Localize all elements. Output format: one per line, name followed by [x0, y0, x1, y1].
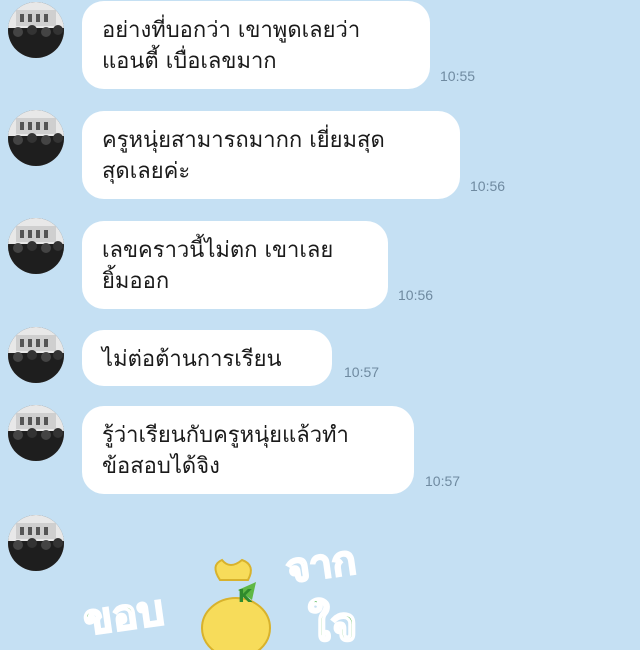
message-timestamp: 10:56	[398, 287, 434, 303]
message-timestamp: 10:56	[470, 178, 506, 194]
sender-avatar[interactable]	[8, 405, 64, 461]
message-text-line: ข้อสอบได้จิง	[102, 454, 220, 479]
thank-you-sticker: K ขอบ จาก ใจ	[79, 536, 360, 650]
avatar-photo-icon	[8, 110, 64, 166]
message-bubble[interactable]: ไม่ต่อต้านการเรียน	[82, 330, 332, 386]
sender-avatar[interactable]	[8, 2, 64, 58]
svg-text:K: K	[238, 586, 253, 607]
avatar-photo-icon	[8, 515, 64, 571]
sticker-text-right-bottom: ใจ	[308, 597, 357, 650]
avatar-photo-icon	[8, 218, 64, 274]
message-text-line: อย่างที่บอกว่า เขาพูดเลยว่า	[102, 18, 361, 43]
message-bubble[interactable]: รู้ว่าเรียนกับครูหนุ่ยแล้วทำ ข้อสอบได้จิ…	[82, 406, 414, 494]
message-timestamp: 10:57	[425, 473, 461, 489]
message-text-line: เลขคราวนี้ไม่ตก เขาเลย	[102, 238, 334, 263]
avatar-photo-icon	[8, 327, 64, 383]
sticker-text-left: ขอบ	[80, 585, 167, 645]
sender-avatar[interactable]	[8, 515, 64, 571]
message-timestamp: 10:55	[440, 68, 476, 84]
avatar-photo-icon	[8, 2, 64, 58]
sender-avatar[interactable]	[8, 218, 64, 274]
sticker-message[interactable]: K ขอบ จาก ใจ	[79, 520, 400, 650]
message-bubble[interactable]: เลขคราวนี้ไม่ตก เขาเลย ยิ้มออก	[82, 221, 388, 309]
message-text-line: ยิ้มออก	[102, 269, 170, 294]
message-bubble[interactable]: ครูหนุ่ยสามารถมากก เยี่ยมสุด สุดเลยค่ะ	[82, 111, 460, 199]
sender-avatar[interactable]	[8, 110, 64, 166]
message-text-line: ครูหนุ่ยสามารถมากก เยี่ยมสุด	[102, 128, 385, 153]
message-timestamp: 10:57	[344, 364, 380, 380]
message-text-line: ไม่ต่อต้านการเรียน	[102, 347, 282, 372]
sender-avatar[interactable]	[8, 327, 64, 383]
message-text-line: สุดเลยค่ะ	[102, 159, 191, 184]
sticker-text-right-top: จาก	[283, 537, 359, 592]
money-bag-icon: K	[201, 558, 271, 650]
message-bubble[interactable]: อย่างที่บอกว่า เขาพูดเลยว่า แอนตี้ เบื่อ…	[82, 1, 430, 89]
message-text-line: แอนตี้ เบื่อเลขมาก	[102, 49, 277, 74]
message-text-line: รู้ว่าเรียนกับครูหนุ่ยแล้วทำ	[102, 423, 349, 448]
avatar-photo-icon	[8, 405, 64, 461]
